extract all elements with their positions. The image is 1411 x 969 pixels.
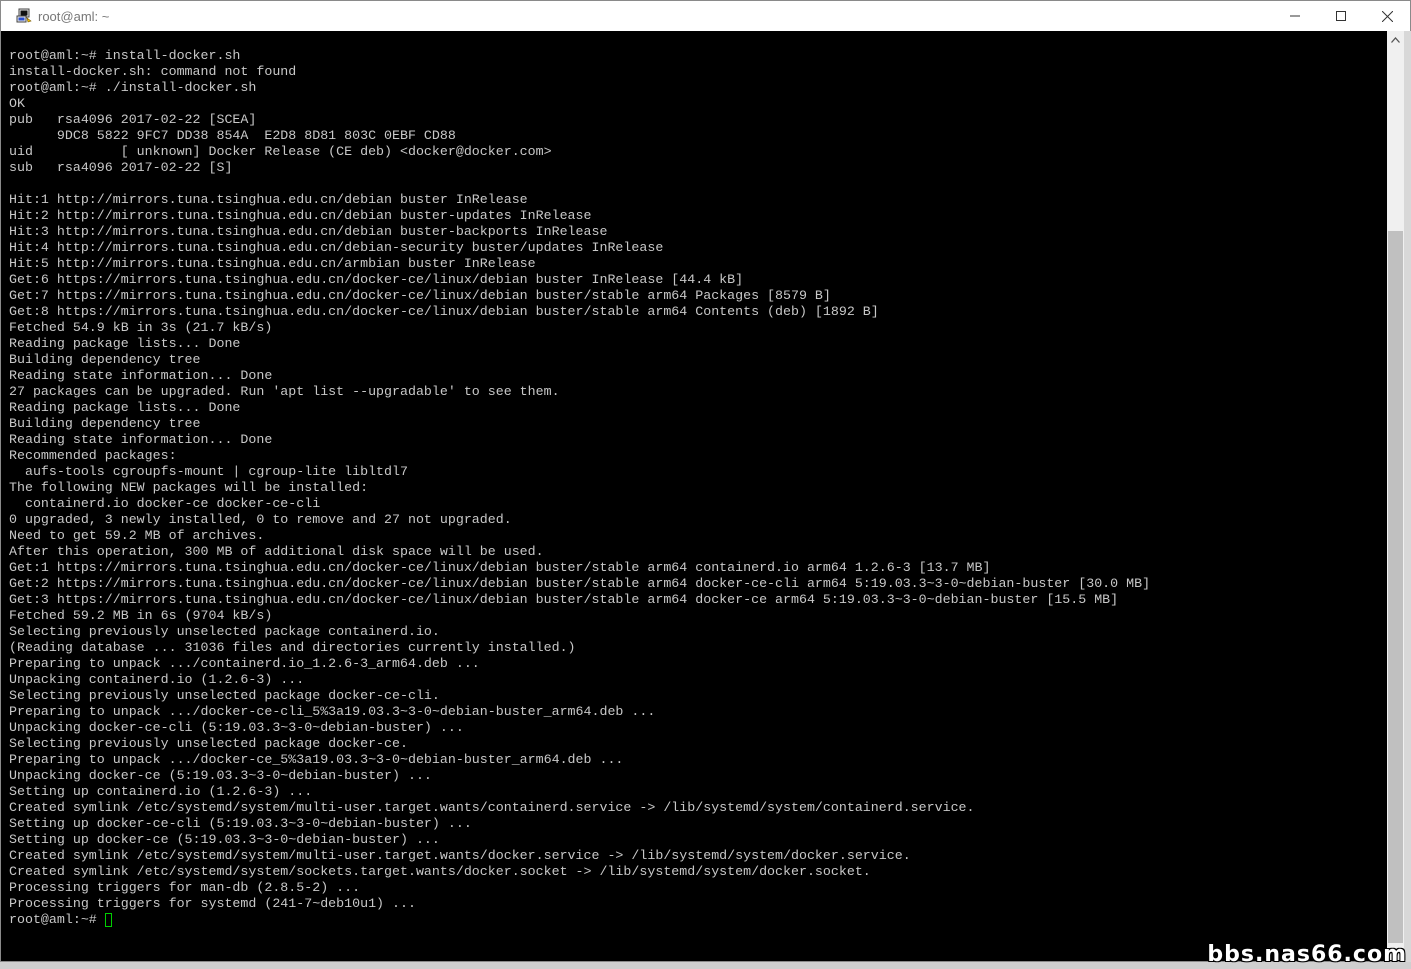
terminal-line: Recommended packages: bbox=[9, 448, 177, 463]
terminal-line: Created symlink /etc/systemd/system/sock… bbox=[9, 864, 871, 879]
terminal-line: containerd.io docker-ce docker-ce-cli bbox=[9, 496, 321, 511]
terminal-lines: root@aml:~# install-docker.sh install-doc… bbox=[9, 48, 1150, 928]
terminal-line: root@aml:~# install-docker.sh bbox=[9, 48, 241, 63]
minimize-button[interactable] bbox=[1272, 1, 1318, 31]
terminal-line: Created symlink /etc/systemd/system/mult… bbox=[9, 800, 975, 815]
close-icon bbox=[1381, 10, 1393, 22]
terminal-line: Preparing to unpack .../containerd.io_1.… bbox=[9, 656, 480, 671]
terminal-line: Hit:3 http://mirrors.tuna.tsinghua.edu.c… bbox=[9, 224, 608, 239]
terminal-line: Unpacking docker-ce (5:19.03.3~3-0~debia… bbox=[9, 768, 432, 783]
terminal-line: Selecting previously unselected package … bbox=[9, 624, 440, 639]
terminal-line: Hit:4 http://mirrors.tuna.tsinghua.edu.c… bbox=[9, 240, 664, 255]
terminal-line: Get:3 https://mirrors.tuna.tsinghua.edu.… bbox=[9, 592, 1119, 607]
window-controls bbox=[1272, 1, 1410, 31]
terminal-line: The following NEW packages will be insta… bbox=[9, 480, 369, 495]
terminal-line: pub rsa4096 2017-02-22 [SCEA] bbox=[9, 112, 257, 127]
terminal-line: aufs-tools cgroupfs-mount | cgroup-lite … bbox=[9, 464, 408, 479]
vertical-scrollbar[interactable] bbox=[1387, 31, 1404, 960]
terminal-line: Need to get 59.2 MB of archives. bbox=[9, 528, 265, 543]
terminal-line: install-docker.sh: command not found bbox=[9, 64, 297, 79]
close-button[interactable] bbox=[1364, 1, 1410, 31]
terminal-prompt-line[interactable]: root@aml:~# bbox=[9, 912, 1150, 928]
window-title: root@aml: ~ bbox=[38, 8, 110, 24]
terminal-line: Processing triggers for systemd (241-7~d… bbox=[9, 896, 416, 911]
terminal-line: Setting up containerd.io (1.2.6-3) ... bbox=[9, 784, 313, 799]
terminal-line: OK bbox=[9, 96, 25, 111]
terminal-line: Get:2 https://mirrors.tuna.tsinghua.edu.… bbox=[9, 576, 1151, 591]
terminal-line: After this operation, 300 MB of addition… bbox=[9, 544, 544, 559]
maximize-icon bbox=[1336, 11, 1346, 21]
terminal-line: Reading state information... Done bbox=[9, 432, 273, 447]
terminal-line: uid [ unknown] Docker Release (CE deb) <… bbox=[9, 144, 552, 159]
minimize-icon bbox=[1290, 15, 1300, 17]
terminal-line: Preparing to unpack .../docker-ce-cli_5%… bbox=[9, 704, 656, 719]
watermark-text: bbs.nas66.com bbox=[1207, 942, 1407, 967]
terminal-cursor bbox=[104, 913, 112, 927]
scroll-up-arrow-icon bbox=[1391, 36, 1400, 43]
terminal-window: root@aml: ~ root@aml:~# install-docker.s… bbox=[0, 0, 1411, 962]
terminal-line: Setting up docker-ce-cli (5:19.03.3~3-0~… bbox=[9, 816, 472, 831]
terminal-line: Selecting previously unselected package … bbox=[9, 736, 408, 751]
terminal-line: Processing triggers for man-db (2.8.5-2)… bbox=[9, 880, 361, 895]
terminal-line: 9DC8 5822 9FC7 DD38 854A E2D8 8D81 803C … bbox=[9, 128, 456, 143]
maximize-button[interactable] bbox=[1318, 1, 1364, 31]
terminal-line: Preparing to unpack .../docker-ce_5%3a19… bbox=[9, 752, 624, 767]
scroll-up-button[interactable] bbox=[1387, 31, 1404, 48]
terminal-line: Reading package lists... Done bbox=[9, 400, 241, 415]
scrollbar-thumb[interactable] bbox=[1388, 231, 1403, 943]
terminal-output-area[interactable]: root@aml:~# install-docker.sh install-doc… bbox=[1, 31, 1387, 960]
terminal-line: Get:7 https://mirrors.tuna.tsinghua.edu.… bbox=[9, 288, 831, 303]
terminal-line: (Reading database ... 31036 files and di… bbox=[9, 640, 576, 655]
terminal-line: Building dependency tree bbox=[9, 416, 201, 431]
terminal-line: Building dependency tree bbox=[9, 352, 201, 367]
terminal-line: sub rsa4096 2017-02-22 [S] bbox=[9, 160, 233, 175]
terminal-line: 0 upgraded, 3 newly installed, 0 to remo… bbox=[9, 512, 512, 527]
putty-terminal-icon[interactable] bbox=[16, 8, 32, 24]
terminal-line: Fetched 54.9 kB in 3s (21.7 kB/s) bbox=[9, 320, 273, 335]
terminal-line: Unpacking containerd.io (1.2.6-3) ... bbox=[9, 672, 305, 687]
terminal-line: Hit:5 http://mirrors.tuna.tsinghua.edu.c… bbox=[9, 256, 536, 271]
title-bar[interactable]: root@aml: ~ bbox=[1, 1, 1410, 31]
terminal-line: Fetched 59.2 MB in 6s (9704 kB/s) bbox=[9, 608, 273, 623]
terminal-line: Setting up docker-ce (5:19.03.3~3-0~debi… bbox=[9, 832, 440, 847]
terminal-line: root@aml:~# ./install-docker.sh bbox=[9, 80, 257, 95]
terminal-line: Reading state information... Done bbox=[9, 368, 273, 383]
terminal-line: Get:8 https://mirrors.tuna.tsinghua.edu.… bbox=[9, 304, 879, 319]
terminal-line: Get:6 https://mirrors.tuna.tsinghua.edu.… bbox=[9, 272, 744, 287]
terminal-line: Created symlink /etc/systemd/system/mult… bbox=[9, 848, 911, 863]
terminal-line: Hit:1 http://mirrors.tuna.tsinghua.edu.c… bbox=[9, 192, 528, 207]
desktop-background-strip bbox=[1404, 31, 1411, 962]
terminal-line: Selecting previously unselected package … bbox=[9, 688, 440, 703]
terminal-line: Hit:2 http://mirrors.tuna.tsinghua.edu.c… bbox=[9, 208, 592, 223]
terminal-line: Get:1 https://mirrors.tuna.tsinghua.edu.… bbox=[9, 560, 991, 575]
terminal-line: Unpacking docker-ce-cli (5:19.03.3~3-0~d… bbox=[9, 720, 464, 735]
shell-prompt: root@aml:~# bbox=[9, 912, 97, 927]
terminal-line: Reading package lists... Done bbox=[9, 336, 241, 351]
terminal-line: 27 packages can be upgraded. Run 'apt li… bbox=[9, 384, 560, 399]
